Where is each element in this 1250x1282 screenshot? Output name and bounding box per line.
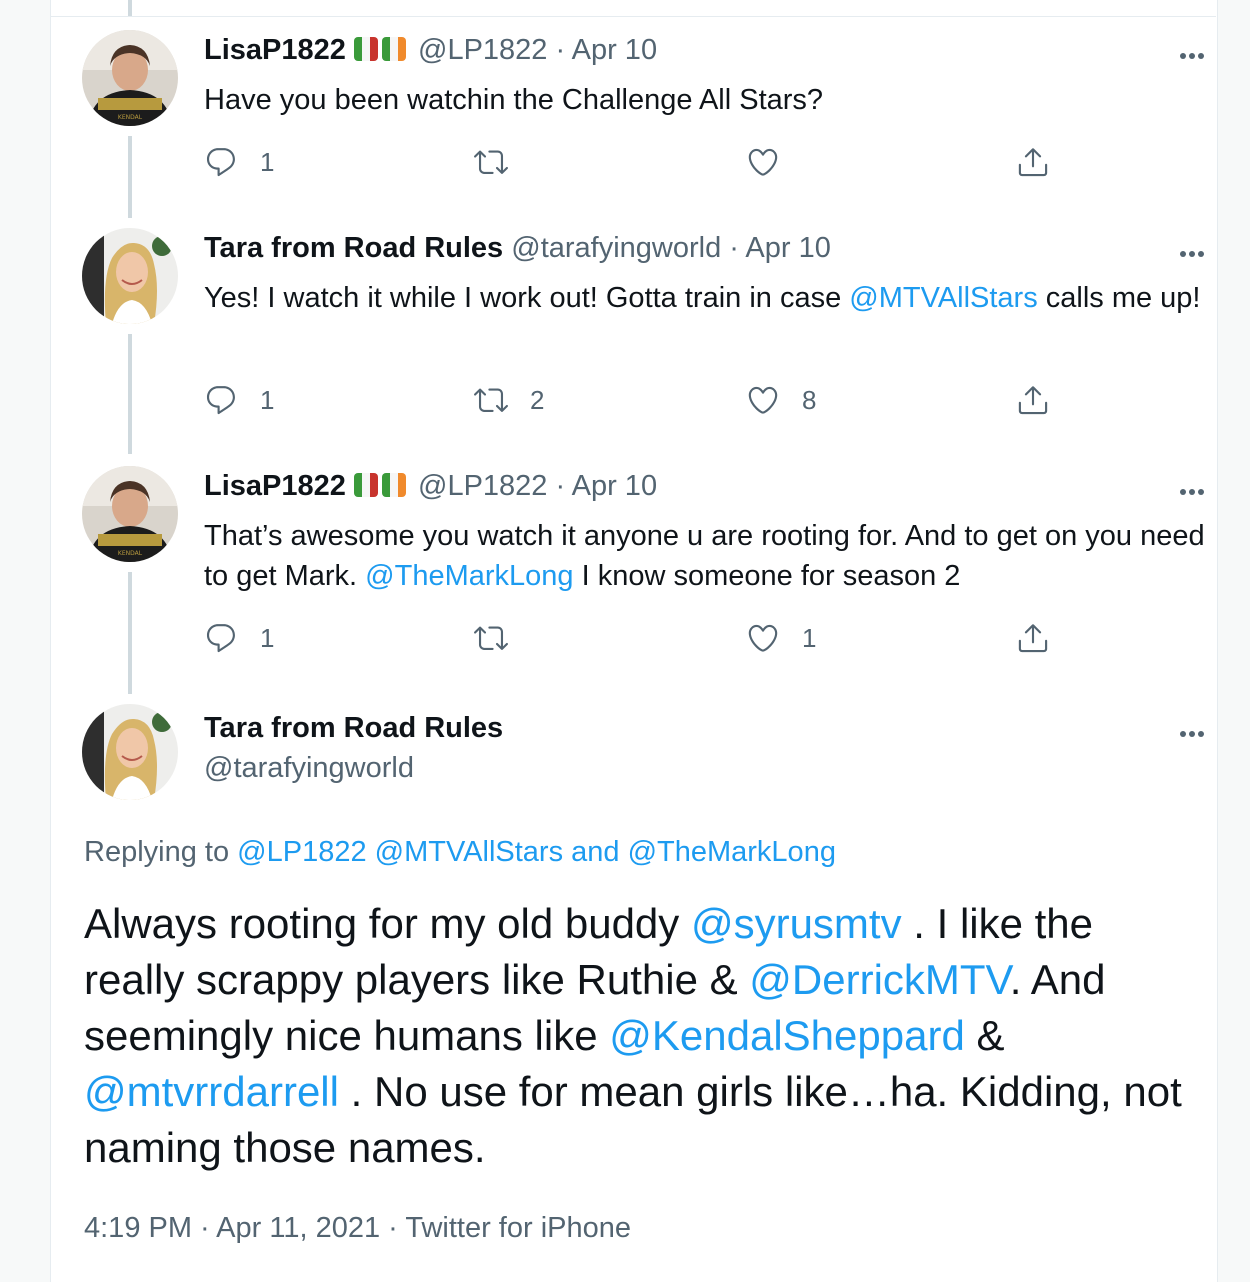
tweet-date[interactable]: Apr 11, 2021 xyxy=(216,1212,380,1244)
flag-emojis xyxy=(353,36,410,69)
thread-line xyxy=(128,334,132,454)
reply-icon xyxy=(206,624,235,653)
share-icon xyxy=(1018,386,1048,415)
thread-line xyxy=(128,136,132,218)
like-icon xyxy=(748,148,778,176)
reply-icon xyxy=(206,386,235,415)
tweet-actions: 1 1 xyxy=(204,618,1064,658)
retweet-icon xyxy=(474,626,508,650)
retweet-count: 2 xyxy=(530,384,545,415)
avatar[interactable] xyxy=(82,228,178,324)
share-icon xyxy=(1018,148,1048,177)
retweet-button[interactable] xyxy=(474,142,530,182)
replying-label: Replying to xyxy=(84,836,238,868)
tweet-source[interactable]: Twitter for iPhone xyxy=(405,1212,631,1244)
flag-icon xyxy=(353,473,378,497)
reply-button[interactable]: 1 xyxy=(204,618,274,658)
mention-link[interactable]: @KendalSheppard xyxy=(609,1012,965,1059)
reply-count: 1 xyxy=(260,384,275,415)
text-segment: calls me up! xyxy=(1037,282,1201,314)
reply-button[interactable]: 1 xyxy=(204,380,274,420)
tweet-date[interactable]: Apr 10 xyxy=(572,34,657,66)
retweet-button[interactable] xyxy=(474,618,530,658)
share-icon xyxy=(1018,624,1048,653)
text-segment: Always rooting for my old buddy xyxy=(84,900,691,947)
tweet-date[interactable]: Apr 10 xyxy=(572,470,657,502)
user-handle[interactable]: @tarafyingworld xyxy=(204,752,414,785)
display-name[interactable]: LisaP1822 xyxy=(204,34,346,66)
share-button[interactable] xyxy=(1016,618,1050,658)
main-tweet-text: Always rooting for my old buddy @syrusmt… xyxy=(84,896,1194,1176)
tweet-time[interactable]: 4:19 PM xyxy=(84,1212,192,1244)
thread-line xyxy=(128,0,132,16)
more-icon[interactable] xyxy=(1180,724,1212,737)
separator: · xyxy=(192,1212,217,1244)
retweet-button[interactable]: 2 xyxy=(474,380,544,420)
separator: · xyxy=(721,232,746,264)
reply-count: 1 xyxy=(260,622,275,653)
mention-link[interactable]: @DerrickMTV xyxy=(749,956,1009,1003)
share-button[interactable] xyxy=(1016,142,1050,182)
tweet-text: Have you been watchin the Challenge All … xyxy=(204,80,1214,120)
avatar[interactable]: KENDAL xyxy=(82,466,178,562)
more-icon[interactable] xyxy=(1180,46,1212,59)
more-icon[interactable] xyxy=(1180,482,1212,495)
text-segment: Have you been watchin the Challenge All … xyxy=(204,84,824,116)
thread-line xyxy=(128,572,132,694)
like-button[interactable]: 8 xyxy=(746,380,816,420)
user-handle[interactable]: @LP1822 xyxy=(418,34,547,66)
tweet-header: Tara from Road Rules @tarafyingworld · A… xyxy=(204,232,831,265)
mention-link[interactable]: @TheMarkLong xyxy=(628,836,836,868)
retweet-icon xyxy=(474,150,508,174)
separator: · xyxy=(380,1212,406,1244)
replying-to: Replying to @LP1822 @MTVAllStars and @Th… xyxy=(84,836,836,869)
avatar[interactable]: KENDAL xyxy=(82,30,178,126)
flag-emojis xyxy=(353,472,410,505)
more-icon[interactable] xyxy=(1180,244,1212,257)
tweet-text: That’s awesome you watch it anyone u are… xyxy=(204,516,1214,596)
tweet-meta: 4:19 PM · Apr 11, 2021 · Twitter for iPh… xyxy=(84,1212,631,1245)
display-name[interactable]: Tara from Road Rules xyxy=(204,712,503,745)
tweet-actions: 1 xyxy=(204,142,1064,182)
flag-icon xyxy=(381,473,406,497)
text-segment: Yes! I watch it while I work out! Gotta … xyxy=(204,282,850,314)
separator: · xyxy=(547,34,572,66)
tweet-text: Yes! I watch it while I work out! Gotta … xyxy=(204,278,1214,318)
reply-button[interactable]: 1 xyxy=(204,142,274,182)
svg-text:KENDAL: KENDAL xyxy=(118,114,143,121)
mention-link[interactable]: @mtvrrdarrell xyxy=(84,1068,339,1115)
replying-and[interactable]: and xyxy=(563,836,628,868)
text-segment: & xyxy=(964,1012,1005,1059)
like-button[interactable]: 1 xyxy=(746,618,816,658)
mention-link[interactable]: @MTVAllStars xyxy=(849,282,1037,314)
tweet-header: LisaP1822 @LP1822 · Apr 10 xyxy=(204,470,657,505)
reply-count: 1 xyxy=(260,146,275,177)
flag-icon xyxy=(381,37,406,61)
user-handle[interactable]: @LP1822 xyxy=(418,470,547,502)
mention-link[interactable]: @LP1822 xyxy=(237,836,366,868)
divider xyxy=(50,16,1216,17)
text-segment: I know someone for season 2 xyxy=(573,560,961,592)
separator: · xyxy=(547,470,572,502)
avatar[interactable] xyxy=(82,704,178,800)
user-handle[interactable]: @tarafyingworld xyxy=(511,232,721,264)
display-name[interactable]: LisaP1822 xyxy=(204,470,346,502)
like-icon xyxy=(748,624,778,652)
like-icon xyxy=(748,386,778,414)
tweet-date[interactable]: Apr 10 xyxy=(745,232,830,264)
mention-link[interactable]: @TheMarkLong xyxy=(365,560,573,592)
flag-icon xyxy=(353,37,378,61)
mention-link[interactable]: @syrusmtv xyxy=(691,900,902,947)
like-count: 1 xyxy=(802,622,817,653)
tweet-header: LisaP1822 @LP1822 · Apr 10 xyxy=(204,34,657,69)
tweet-actions: 1 2 8 xyxy=(204,380,1064,420)
like-button[interactable] xyxy=(746,142,802,182)
svg-text:KENDAL: KENDAL xyxy=(118,550,143,557)
display-name[interactable]: Tara from Road Rules xyxy=(204,232,503,264)
reply-icon xyxy=(206,148,235,177)
mention-link[interactable]: @MTVAllStars xyxy=(375,836,563,868)
share-button[interactable] xyxy=(1016,380,1050,420)
like-count: 8 xyxy=(802,384,817,415)
retweet-icon xyxy=(474,388,508,412)
